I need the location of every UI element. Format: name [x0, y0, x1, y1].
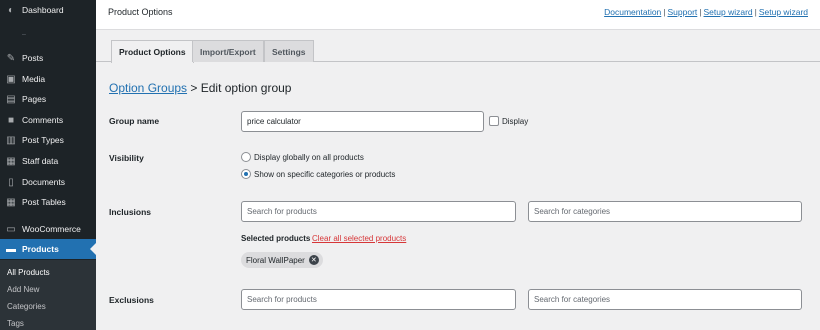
exclusions-label: Exclusions: [109, 295, 154, 305]
sidebar-item-dashboard[interactable]: ◐ Dashboard: [0, 0, 96, 20]
selected-product-chip: Floral WallPaper ✕: [241, 252, 323, 268]
breadcrumb: Option Groups > Edit option group: [109, 81, 291, 95]
header-links: Documentation | Support | Setup wizard | Setup…: [604, 7, 808, 17]
sidebar-item-label: Comments: [22, 115, 64, 125]
chip-label: Floral WallPaper: [246, 255, 305, 265]
remove-chip-icon[interactable]: ✕: [308, 255, 319, 265]
breadcrumb-title: Edit option group: [200, 81, 292, 95]
table-icon: ▦: [6, 155, 16, 167]
comments-icon: ■: [7, 114, 15, 126]
sidebar-item-woocommerce[interactable]: ▭ WooCommerce: [0, 219, 96, 239]
tab-import-export[interactable]: Import/Export: [192, 40, 264, 62]
selected-products-label: Selected products: [241, 234, 311, 243]
sidebar-item-label: Staff data: [22, 156, 59, 166]
support-link[interactable]: Support: [668, 7, 698, 17]
radio-display-globally[interactable]: [241, 152, 251, 162]
sidebar-item-staff-data[interactable]: ▦ Staff data: [0, 151, 96, 171]
sidebar-item-label: WooCommerce: [22, 224, 81, 234]
link-separator: |: [663, 7, 666, 17]
sidebar-item-pages[interactable]: ▤ Pages: [0, 89, 96, 109]
inclusions-products-search[interactable]: Search for products: [241, 201, 516, 222]
products-icon: ▬: [6, 243, 16, 255]
sidebar-item-post-types[interactable]: ▥ Post Types: [0, 130, 96, 150]
admin-sidebar: ◐ Dashboard ‒ ✎ Posts ▣ Media ▤ Pages ■ …: [0, 0, 96, 330]
sidebar-item-media[interactable]: ▣ Media: [0, 69, 96, 89]
submenu-add-new[interactable]: Add New: [0, 281, 96, 298]
radio-specific-products-label: Show on specific categories or products: [254, 170, 396, 179]
sidebar-item-post-tables[interactable]: ▦ Post Tables: [0, 192, 96, 212]
inclusions-categories-search[interactable]: Search for categories: [528, 201, 802, 222]
radio-display-globally-label: Display globally on all products: [254, 153, 364, 162]
sidebar-item-posts[interactable]: ✎ Posts: [0, 48, 96, 68]
breadcrumb-arrow: >: [190, 81, 198, 95]
sidebar-item-label: Media: [22, 74, 46, 84]
tab-product-options[interactable]: Product Options: [111, 40, 194, 63]
breadcrumb-option-groups[interactable]: Option Groups: [109, 81, 187, 95]
sidebar-item-comments[interactable]: ■ Comments: [0, 110, 96, 130]
sidebar-item-label: Posts: [22, 53, 44, 63]
sidebar-item-label: Products: [22, 244, 59, 254]
page-title: Product Options: [108, 7, 173, 17]
active-indicator: [90, 243, 96, 255]
pin-icon: ✎: [6, 52, 16, 64]
group-name-input[interactable]: price calculator: [241, 111, 484, 132]
sidebar-item-label: Pages: [22, 94, 47, 104]
link-separator: |: [754, 7, 757, 17]
submenu-tags[interactable]: Tags: [0, 315, 96, 330]
display-checkbox[interactable]: [489, 116, 499, 126]
table-icon: ▦: [6, 196, 16, 208]
sidebar-item-products[interactable]: ▬ Products: [0, 239, 96, 259]
setup-wizard-link[interactable]: Setup wizard: [759, 7, 808, 17]
exclusions-products-search[interactable]: Search for products: [241, 289, 516, 310]
sidebar-item-documents[interactable]: ▯ Documents: [0, 172, 96, 192]
sidebar-item-label: Post Tables: [22, 197, 66, 207]
radio-specific-products[interactable]: [241, 169, 251, 179]
clear-selected-products-link[interactable]: Clear all selected products: [312, 234, 406, 243]
documentation-link[interactable]: Documentation: [604, 7, 661, 17]
dashboard-icon: ◐: [7, 4, 15, 16]
woocommerce-icon: ▭: [6, 223, 16, 235]
post-types-icon: ▥: [6, 134, 16, 146]
visibility-label: Visibility: [109, 153, 144, 163]
tab-settings[interactable]: Settings: [264, 40, 314, 62]
collapsed-separator: ‒: [22, 31, 26, 38]
sidebar-item-label: Documents: [22, 177, 65, 187]
link-separator: |: [699, 7, 702, 17]
document-icon: ▯: [8, 176, 14, 188]
submenu-categories[interactable]: Categories: [0, 298, 96, 315]
inclusions-label: Inclusions: [109, 207, 152, 217]
group-name-label: Group name: [109, 116, 160, 126]
pages-icon: ▤: [6, 93, 16, 105]
exclusions-categories-search[interactable]: Search for categories: [528, 289, 802, 310]
display-checkbox-label: Display: [502, 117, 529, 126]
media-icon: ▣: [6, 73, 16, 85]
page-header: Product Options Documentation | Support | Se…: [96, 0, 820, 30]
tab-bar: Product Options Import/Export Settings: [96, 30, 820, 63]
sidebar-item-label: Dashboard: [22, 5, 64, 15]
submenu-all-products[interactable]: All Products: [0, 264, 96, 281]
setup-wizard-link[interactable]: Setup wizard: [704, 7, 753, 17]
sidebar-item-label: Post Types: [22, 135, 64, 145]
